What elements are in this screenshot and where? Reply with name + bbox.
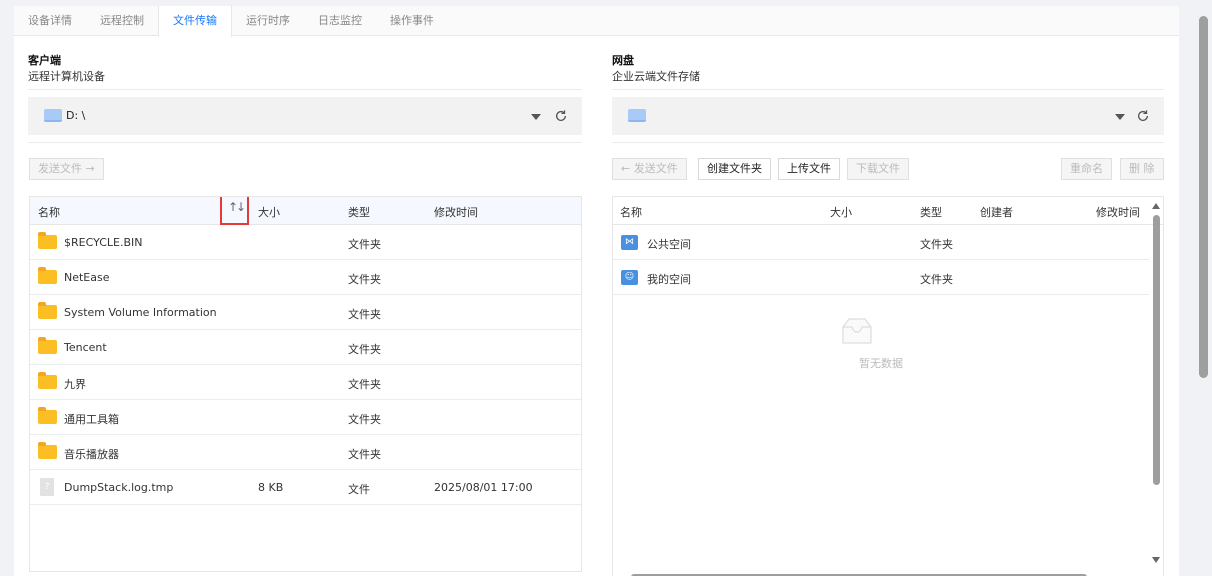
table-row[interactable]: 通用工具箱 文件夹 — [30, 400, 581, 435]
folder-icon — [38, 302, 57, 319]
cloud-send-file-button[interactable]: ← 发送文件 — [612, 158, 687, 180]
column-name[interactable]: 名称 — [620, 204, 642, 220]
column-size[interactable]: 大小 — [258, 204, 280, 220]
file-name: 我的空间 — [647, 273, 691, 286]
folder-icon — [38, 232, 57, 249]
cloud-file-table: 名称 大小 类型 创建者 修改时间 ⋈ 公共空间 文件夹 ☺ 我的空间 文件夹 … — [612, 196, 1164, 576]
folder-icon — [38, 407, 57, 424]
sort-icon: ↑↓ — [228, 200, 246, 214]
folder-icon — [38, 267, 57, 284]
tab-remote-control[interactable]: 远程控制 — [100, 6, 144, 36]
folder-icon — [38, 337, 57, 354]
column-type[interactable]: 类型 — [920, 204, 942, 220]
monitor-icon — [628, 109, 646, 122]
rename-button[interactable]: 重命名 — [1061, 158, 1112, 180]
table-row[interactable]: 音乐播放器 文件夹 — [30, 435, 581, 470]
scroll-down-icon[interactable] — [1152, 557, 1160, 563]
folder-icon — [38, 442, 57, 459]
column-size[interactable]: 大小 — [830, 204, 852, 220]
column-creator[interactable]: 创建者 — [980, 204, 1013, 220]
chevron-down-icon[interactable] — [531, 114, 541, 120]
monitor-icon — [44, 109, 62, 122]
file-name: DumpStack.log.tmp — [64, 481, 174, 494]
file-type: 文件 — [348, 483, 370, 496]
table-row[interactable]: NetEase 文件夹 — [30, 260, 581, 295]
download-file-button[interactable]: 下载文件 — [847, 158, 909, 180]
client-subtitle: 远程计算机设备 — [28, 70, 105, 83]
file-modified: 2025/08/01 17:00 — [434, 481, 533, 494]
file-type: 文件夹 — [920, 273, 953, 286]
file-name: NetEase — [64, 271, 110, 284]
client-path-text: D: \ — [66, 109, 86, 122]
file-type: 文件夹 — [348, 238, 381, 251]
table-row[interactable]: Tencent 文件夹 — [30, 330, 581, 365]
refresh-icon[interactable] — [554, 109, 568, 123]
file-name: System Volume Information — [64, 306, 217, 319]
send-file-button[interactable]: 发送文件 → — [29, 158, 104, 180]
shared-space-icon: ⋈ — [621, 235, 638, 250]
column-name[interactable]: 名称 — [38, 204, 60, 220]
tab-device-details[interactable]: 设备详情 — [28, 6, 72, 36]
file-size: 8 KB — [258, 481, 284, 494]
folder-icon — [38, 372, 57, 389]
scroll-up-icon[interactable] — [1152, 203, 1160, 209]
table-row[interactable]: System Volume Information 文件夹 — [30, 295, 581, 330]
chevron-down-icon[interactable] — [1115, 114, 1125, 120]
column-modified[interactable]: 修改时间 — [434, 204, 478, 220]
divider — [28, 142, 582, 143]
sort-toggle-button[interactable]: ↑↓ — [220, 197, 249, 225]
table-row[interactable]: ☺ 我的空间 文件夹 — [613, 260, 1149, 295]
file-name: 九界 — [64, 378, 86, 391]
cloud-title: 网盘 — [612, 54, 634, 67]
column-type[interactable]: 类型 — [348, 204, 370, 220]
file-name: 音乐播放器 — [64, 448, 119, 461]
cloud-subtitle: 企业云端文件存储 — [612, 70, 700, 83]
file-name: 公共空间 — [647, 238, 691, 251]
file-name: 通用工具箱 — [64, 413, 119, 426]
empty-state-text: 暂无数据 — [859, 357, 903, 370]
file-type: 文件夹 — [348, 308, 381, 321]
divider — [612, 142, 1164, 143]
file-type: 文件夹 — [348, 343, 381, 356]
empty-box-icon — [842, 318, 872, 344]
file-type: 文件夹 — [348, 413, 381, 426]
delete-button[interactable]: 删 除 — [1120, 158, 1164, 180]
table-header: 名称 大小 类型 创建者 修改时间 — [613, 197, 1163, 225]
client-file-table: 名称 大小 类型 修改时间 ↑↓ $RECYCLE.BIN 文件夹 NetEas… — [29, 196, 582, 572]
upload-file-button[interactable]: 上传文件 — [778, 158, 840, 180]
page-scrollbar[interactable] — [1199, 0, 1209, 576]
client-path-selector[interactable]: D: \ — [28, 97, 582, 135]
file-type: 文件夹 — [920, 238, 953, 251]
file-type: 文件夹 — [348, 273, 381, 286]
file-type: 文件夹 — [348, 378, 381, 391]
table-row[interactable]: 九界 文件夹 — [30, 365, 581, 400]
unknown-file-icon: ? — [40, 478, 54, 496]
table-row[interactable]: ? DumpStack.log.tmp 8 KB 文件 2025/08/01 1… — [30, 470, 581, 505]
table-row[interactable]: ⋈ 公共空间 文件夹 — [613, 225, 1149, 260]
vertical-scrollbar[interactable] — [1150, 197, 1162, 576]
file-type: 文件夹 — [348, 448, 381, 461]
divider — [612, 89, 1164, 90]
create-folder-button[interactable]: 创建文件夹 — [698, 158, 771, 180]
file-transfer-card: 设备详情 远程控制 文件传输 运行时序 日志监控 操作事件 客户端 远程计算机设… — [14, 6, 1179, 576]
tab-runtime-sequence[interactable]: 运行时序 — [246, 6, 290, 36]
column-modified[interactable]: 修改时间 — [1096, 204, 1140, 220]
divider — [28, 89, 582, 90]
client-title: 客户端 — [28, 54, 61, 67]
tab-bar: 设备详情 远程控制 文件传输 运行时序 日志监控 操作事件 — [14, 6, 1179, 37]
refresh-icon[interactable] — [1136, 109, 1150, 123]
page-scrollbar-thumb[interactable] — [1199, 16, 1208, 378]
personal-space-icon: ☺ — [621, 270, 638, 285]
tab-log-monitor[interactable]: 日志监控 — [318, 6, 362, 36]
table-row[interactable]: $RECYCLE.BIN 文件夹 — [30, 225, 581, 260]
scrollbar-thumb[interactable] — [1153, 215, 1160, 485]
tab-operation-events[interactable]: 操作事件 — [390, 6, 434, 36]
table-header: 名称 大小 类型 修改时间 — [30, 197, 581, 225]
cloud-path-selector[interactable] — [612, 97, 1164, 135]
file-name: Tencent — [64, 341, 107, 354]
tab-file-transfer[interactable]: 文件传输 — [158, 6, 232, 37]
file-name: $RECYCLE.BIN — [64, 236, 143, 249]
